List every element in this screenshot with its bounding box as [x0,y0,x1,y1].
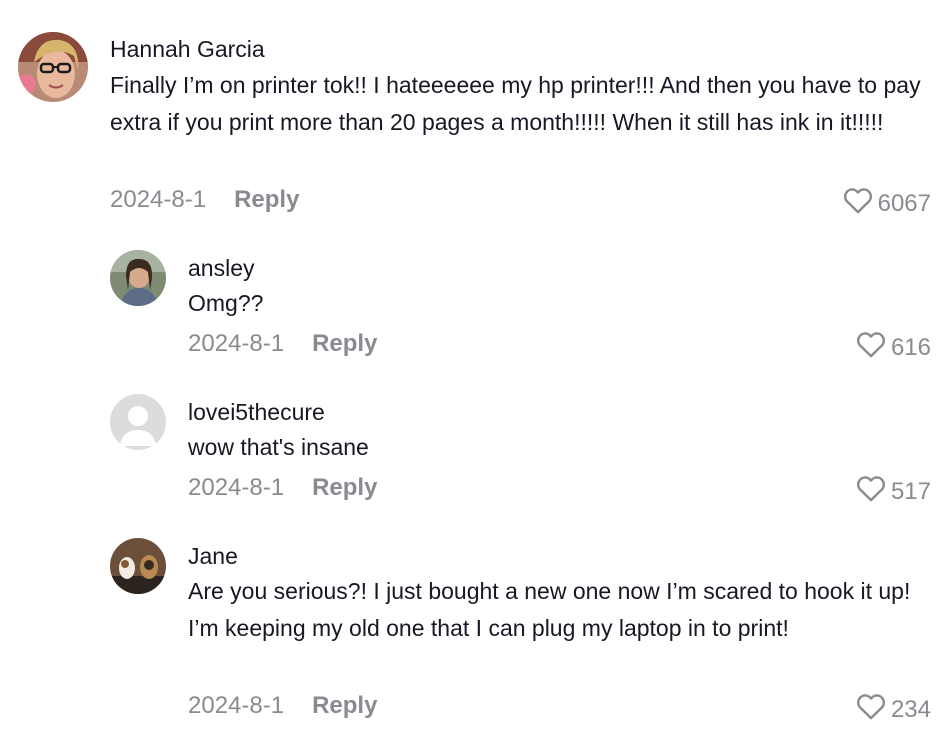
avatar[interactable] [110,394,166,450]
comment-date: 2024-8-1 [188,474,285,501]
like-button[interactable]: 6067 [842,186,931,221]
like-button[interactable]: 517 [855,474,931,509]
heart-outline-icon [842,186,878,221]
reply-button[interactable]: Reply [234,186,299,214]
comment-meta: 2024-8-1 Reply [188,692,377,720]
avatar[interactable] [18,32,88,102]
like-count: 517 [890,477,931,505]
comment-date: 2024-8-1 [188,692,285,719]
comment-meta: 2024-8-1 Reply [188,474,377,502]
comment-text: Omg?? [188,290,264,316]
comment-date: 2024-8-1 [188,330,285,357]
user-placeholder-icon [110,394,166,450]
reply-button[interactable]: Reply [312,692,377,720]
heart-outline-icon [855,474,891,509]
reply-button[interactable]: Reply [312,474,377,502]
comment-text: wow that's insane [188,434,369,460]
comment-text: Are you serious?! I just bought a new on… [188,578,911,641]
like-count: 234 [890,695,931,723]
comment-text: Finally I’m on printer tok!! I hateeeeee… [110,72,921,135]
reply-button[interactable]: Reply [312,330,377,358]
comment-username[interactable]: lovei5thecure [188,399,325,426]
like-button[interactable]: 234 [855,692,931,727]
comment-meta: 2024-8-1 Reply [110,186,299,214]
avatar[interactable] [110,250,166,306]
heart-outline-icon [855,692,891,727]
comment-meta: 2024-8-1 Reply [188,330,377,358]
comment-username[interactable]: ansley [188,255,254,282]
avatar[interactable] [110,538,166,594]
like-count: 6067 [877,189,931,217]
like-button[interactable]: 616 [855,330,931,365]
heart-outline-icon [855,330,891,365]
comment-date: 2024-8-1 [110,186,207,213]
like-count: 616 [890,333,931,361]
comment-username[interactable]: Jane [188,543,238,570]
comment-username[interactable]: Hannah Garcia [110,36,265,63]
